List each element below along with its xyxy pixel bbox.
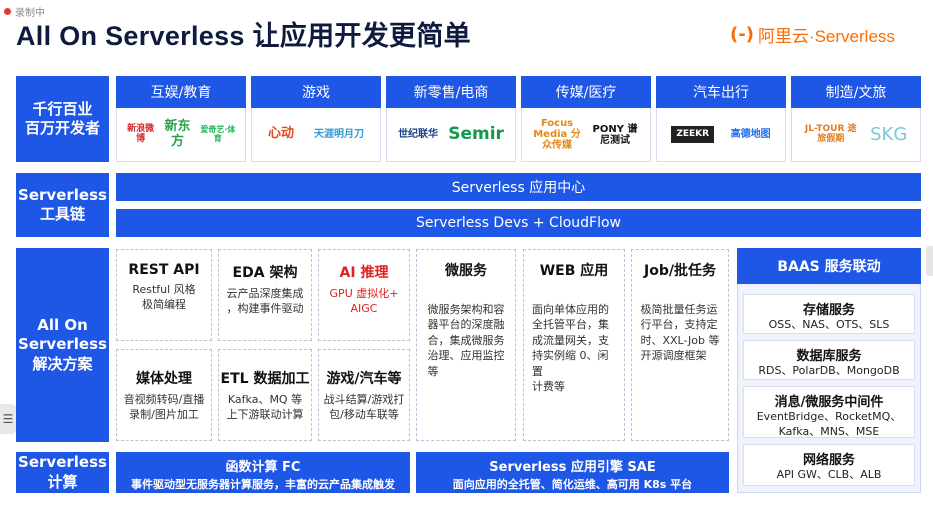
- jl-tour-logo: JL-TOUR 途旅假期: [804, 123, 857, 144]
- card-title: 媒体处理: [136, 371, 192, 387]
- service-desc: API GW、CLB、ALB: [776, 468, 882, 481]
- solution-card-microservice: 微服务 微服务架构和容 器平台的深度融 合，集成微服务 治理、应用监控 等: [416, 249, 516, 441]
- industry-logos: 心动 天涯明月刀: [251, 108, 381, 162]
- card-title: ETL 数据加工: [220, 371, 310, 387]
- xdf-logo: 新东方: [164, 119, 191, 149]
- solution-card: 媒体处理 音视频转码/直播 录制/图片加工: [116, 349, 212, 441]
- row-label-industry: 千行百业 百万开发者: [16, 76, 109, 162]
- compute-title: 函数计算 FC: [225, 460, 301, 475]
- solution-card: REST API Restful 风格 极简编程: [116, 249, 212, 341]
- card-desc: 云产品深度集成 ，构建事件驱动: [226, 287, 304, 316]
- sina-weibo-logo: 新浪微博: [127, 123, 155, 144]
- baas-service: 存储服务 OSS、NAS、OTS、SLS: [743, 294, 915, 334]
- industry-header: 新零售/电商: [386, 76, 516, 108]
- solution-card: AI 推理 GPU 虚拟化+ AIGC: [318, 249, 410, 341]
- aliyun-logo-icon: (-): [730, 24, 754, 45]
- card-desc: 战斗结算/游戏打 包/移动车联等: [323, 393, 405, 422]
- skg-logo: SKG: [870, 123, 908, 145]
- century-mart-logo: 世纪联华: [398, 129, 439, 140]
- toolchain-devs-cloudflow: Serverless Devs + CloudFlow: [116, 209, 921, 237]
- industry-logos: 新浪微博 新东方 爱奇艺·体育: [116, 108, 246, 162]
- compute-desc: 事件驱动型无服务器计算服务，丰富的云产品集成触发: [131, 478, 395, 491]
- brand-logo: (-) 阿里云·Serverless: [730, 22, 895, 47]
- card-title: 游戏/汽车等: [326, 371, 402, 387]
- solution-card-web: WEB 应用 面向单体应用的 全托管平台，集 成流量网关，支 持实例缩 0、闲置…: [523, 249, 625, 441]
- solution-card: 游戏/汽车等 战斗结算/游戏打 包/移动车联等: [318, 349, 410, 441]
- industry-header: 制造/文旅: [791, 76, 921, 108]
- industry-header: 汽车出行: [656, 76, 786, 108]
- list-icon[interactable]: ☰: [0, 404, 16, 434]
- solution-card: ETL 数据加工 Kafka、MQ 等 上下游联动计算: [218, 349, 312, 441]
- focus-media-logo: Focus Media 分众传媒: [533, 118, 581, 151]
- pony-logo: PONY 谱尼测试: [592, 123, 638, 146]
- card-title: REST API: [128, 262, 200, 278]
- card-desc: 面向单体应用的 全托管平台，集 成流量网关，支 持实例缩 0、闲置 计费等: [532, 303, 609, 393]
- industry-logos: JL-TOUR 途旅假期 SKG: [791, 108, 921, 162]
- card-title: WEB 应用: [539, 263, 609, 279]
- tymyd-logo: 天涯明月刀: [313, 129, 364, 140]
- service-desc: OSS、NAS、OTS、SLS: [768, 318, 890, 331]
- industry-header: 互娱/教育: [116, 76, 246, 108]
- service-desc: EventBridge、RocketMQ、 Kafka、MNS、MSE: [756, 410, 902, 438]
- row-label-tools: Serverless 工具链: [16, 173, 109, 237]
- service-title: 消息/微服务中间件: [774, 395, 884, 410]
- card-desc: Kafka、MQ 等 上下游联动计算: [226, 393, 304, 422]
- semir-logo: Semir: [448, 124, 504, 145]
- industry-logos: 世纪联华 Semir: [386, 108, 516, 162]
- xd-logo: 心动: [267, 126, 294, 142]
- page-title: All On Serverless 让应用开发更简单: [16, 21, 471, 51]
- compute-sae: Serverless 应用引擎 SAE 面向应用的全托管、简化运维、高可用 K8…: [416, 452, 729, 493]
- row-label-compute: Serverless 计算: [16, 452, 109, 493]
- compute-desc: 面向应用的全托管、简化运维、高可用 K8s 平台: [452, 478, 693, 491]
- baas-title: BAAS 服务联动: [737, 248, 921, 284]
- card-desc: GPU 虚拟化+ AIGC: [329, 287, 399, 316]
- row-label-solutions: All On Serverless 解决方案: [16, 248, 109, 442]
- service-title: 数据库服务: [796, 349, 862, 364]
- toolchain-app-center: Serverless 应用中心: [116, 173, 921, 201]
- brand-name: 阿里云·Serverless: [757, 27, 895, 46]
- baas-service: 网络服务 API GW、CLB、ALB: [743, 444, 915, 486]
- baas-service: 消息/微服务中间件 EventBridge、RocketMQ、 Kafka、MN…: [743, 386, 915, 438]
- card-desc: 音视频转码/直播 录制/图片加工: [123, 393, 205, 422]
- card-title: Job/批任务: [644, 263, 716, 279]
- card-title: EDA 架构: [232, 265, 298, 281]
- card-desc: 微服务架构和容 器平台的深度融 合，集成微服务 治理、应用监控 等: [427, 303, 505, 378]
- record-dot-icon: [4, 8, 11, 15]
- industry-logos: ZEEKR 高德地图: [656, 108, 786, 162]
- industry-header: 传媒/医疗: [521, 76, 651, 108]
- card-desc: 极简批量任务运 行平台，支持定 时、XXL-Job 等 开源调度框架: [640, 303, 720, 363]
- iqiyi-logo: 爱奇艺·体育: [200, 124, 236, 143]
- solution-card-job: Job/批任务 极简批量任务运 行平台，支持定 时、XXL-Job 等 开源调度…: [631, 249, 729, 441]
- side-scroll-handle[interactable]: [926, 246, 933, 276]
- solution-card: EDA 架构 云产品深度集成 ，构建事件驱动: [218, 249, 312, 341]
- zeekr-logo: ZEEKR: [671, 125, 715, 144]
- service-desc: RDS、PolarDB、MongoDB: [758, 364, 900, 377]
- card-title: AI 推理: [339, 265, 389, 281]
- service-title: 网络服务: [802, 453, 855, 468]
- baas-service: 数据库服务 RDS、PolarDB、MongoDB: [743, 340, 915, 380]
- service-title: 存储服务: [802, 303, 855, 318]
- card-desc: Restful 风格 极简编程: [132, 283, 196, 312]
- amap-logo: 高德地图: [730, 129, 771, 140]
- compute-fc: 函数计算 FC 事件驱动型无服务器计算服务，丰富的云产品集成触发: [116, 452, 410, 493]
- industry-logos: Focus Media 分众传媒 PONY 谱尼测试: [521, 108, 651, 162]
- industry-header: 游戏: [251, 76, 381, 108]
- compute-title: Serverless 应用引擎 SAE: [489, 460, 656, 475]
- card-title: 微服务: [445, 263, 487, 279]
